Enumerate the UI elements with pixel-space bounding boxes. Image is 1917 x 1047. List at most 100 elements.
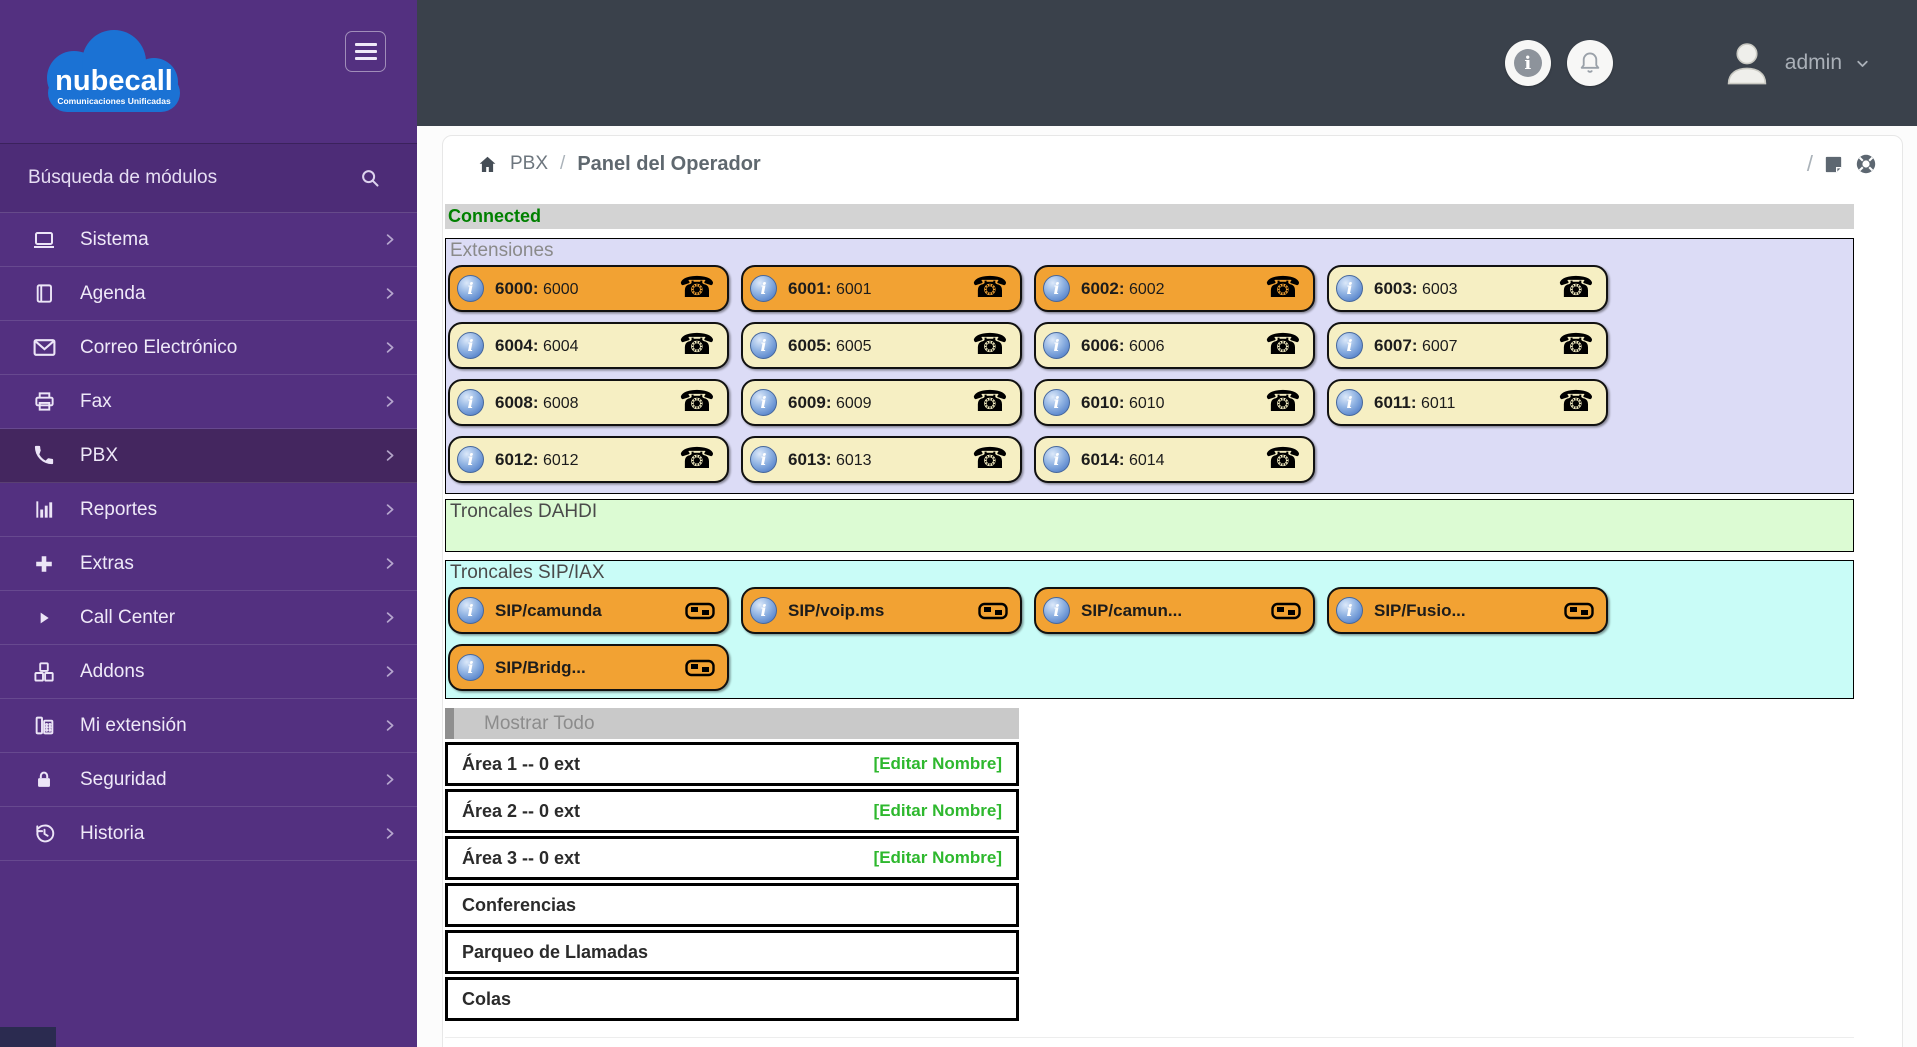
user-menu[interactable]: admin <box>1721 39 1871 87</box>
trunk-card[interactable]: i SIP/camunda <box>448 587 729 634</box>
module-search-input[interactable]: Búsqueda de módulos <box>0 143 417 213</box>
edit-name-link[interactable]: [Editar Nombre] <box>874 801 1002 821</box>
area-row-1[interactable]: Área 1 -- 0 ext [Editar Nombre] <box>445 742 1019 786</box>
extension-card[interactable]: i 6001: 6001 ☎ <box>741 265 1022 312</box>
extension-card[interactable]: i 6013: 6013 ☎ <box>741 436 1022 483</box>
phone-icon <box>30 444 58 467</box>
telephone-icon: ☎ <box>1557 272 1594 304</box>
trunk-card[interactable]: i SIP/Bridg... <box>448 644 729 691</box>
telephone-icon: ☎ <box>971 443 1008 475</box>
show-all-button[interactable]: Mostrar Todo <box>445 708 1019 739</box>
trunk-card[interactable]: i SIP/Fusio... <box>1327 587 1608 634</box>
info-ball-icon[interactable]: i <box>1336 389 1363 416</box>
header-actions: / <box>1807 151 1878 177</box>
info-ball-icon[interactable]: i <box>1336 597 1363 624</box>
extension-card[interactable]: i 6004: 6004 ☎ <box>448 322 729 369</box>
edit-name-link[interactable]: [Editar Nombre] <box>874 848 1002 868</box>
info-ball-icon[interactable]: i <box>1043 446 1070 473</box>
extension-card[interactable]: i 6008: 6008 ☎ <box>448 379 729 426</box>
sidebar-item-reportes[interactable]: Reportes <box>0 483 417 537</box>
sidebar-item-label: Sistema <box>80 228 149 250</box>
sidebar-item-historia[interactable]: Historia <box>0 807 417 861</box>
sidebar-item-label: Agenda <box>80 282 146 304</box>
info-icon[interactable]: i <box>1504 40 1551 86</box>
chevron-right-icon <box>382 610 397 625</box>
book-icon <box>30 282 58 305</box>
trunk-card[interactable]: i SIP/camun... <box>1034 587 1315 634</box>
edit-name-link[interactable]: [Editar Nombre] <box>874 754 1002 774</box>
footer-divider <box>445 1037 1854 1038</box>
extension-card[interactable]: i 6011: 6011 ☎ <box>1327 379 1608 426</box>
memo-icon[interactable] <box>1822 153 1845 176</box>
info-ball-icon[interactable]: i <box>457 332 484 359</box>
telephone-icon: ☎ <box>1264 329 1301 361</box>
queues-row[interactable]: Colas <box>445 977 1019 1021</box>
home-icon[interactable] <box>477 154 498 175</box>
sidebar-item-call-center[interactable]: Call Center <box>0 591 417 645</box>
info-ball-icon[interactable]: i <box>457 275 484 302</box>
sidebar: nubecall Comunicaciones Unificadas Búsqu… <box>0 0 417 1047</box>
info-ball-icon[interactable]: i <box>750 389 777 416</box>
chevron-right-icon <box>382 502 397 517</box>
info-ball-icon[interactable]: i <box>1043 275 1070 302</box>
telephone-icon: ☎ <box>1264 386 1301 418</box>
sidebar-item-agenda[interactable]: Agenda <box>0 267 417 321</box>
extension-card[interactable]: i 6005: 6005 ☎ <box>741 322 1022 369</box>
app-root: nubecall Comunicaciones Unificadas Búsqu… <box>0 0 1917 1047</box>
extension-card[interactable]: i 6010: 6010 ☎ <box>1034 379 1315 426</box>
page-title[interactable]: Panel del Operador <box>577 153 760 176</box>
info-ball-icon[interactable]: i <box>750 597 777 624</box>
chevron-right-icon <box>382 826 397 841</box>
bell-icon[interactable] <box>1566 40 1613 86</box>
nubecall-logo[interactable]: nubecall Comunicaciones Unificadas <box>26 26 206 121</box>
extension-card[interactable]: i 6007: 6007 ☎ <box>1327 322 1608 369</box>
sidebar-item-mi-extension[interactable]: Mi extensión <box>0 699 417 753</box>
info-ball-icon[interactable]: i <box>457 654 484 681</box>
area-row-3[interactable]: Área 3 -- 0 ext [Editar Nombre] <box>445 836 1019 880</box>
sidebar-item-sistema[interactable]: Sistema <box>0 213 417 267</box>
sidebar-item-label: Seguridad <box>80 768 167 790</box>
extension-card[interactable]: i 6003: 6003 ☎ <box>1327 265 1608 312</box>
area-row-2[interactable]: Área 2 -- 0 ext [Editar Nombre] <box>445 789 1019 833</box>
sidebar-item-addons[interactable]: Addons <box>0 645 417 699</box>
caret-right-icon <box>30 610 58 626</box>
info-ball-icon[interactable]: i <box>1043 597 1070 624</box>
extension-card[interactable]: i 6009: 6009 ☎ <box>741 379 1022 426</box>
menu-icon[interactable] <box>345 31 386 72</box>
trunk-card[interactable]: i SIP/voip.ms <box>741 587 1022 634</box>
extension-card[interactable]: i 6014: 6014 ☎ <box>1034 436 1315 483</box>
chevron-right-icon <box>382 232 397 247</box>
extension-card[interactable]: i 6012: 6012 ☎ <box>448 436 729 483</box>
sidebar-header: nubecall Comunicaciones Unificadas <box>0 0 417 143</box>
extension-card[interactable]: i 6000: 6000 ☎ <box>448 265 729 312</box>
telephone-icon: ☎ <box>1557 329 1594 361</box>
info-ball-icon[interactable]: i <box>1336 275 1363 302</box>
avatar <box>1721 39 1773 87</box>
info-ball-icon[interactable]: i <box>457 597 484 624</box>
lock-icon <box>30 769 58 791</box>
sidebar-item-fax[interactable]: Fax <box>0 375 417 429</box>
telephone-icon: ☎ <box>971 272 1008 304</box>
info-ball-icon[interactable]: i <box>1043 332 1070 359</box>
life-ring-icon[interactable] <box>1854 152 1878 176</box>
extension-card[interactable]: i 6002: 6002 ☎ <box>1034 265 1315 312</box>
sidebar-item-correo-electronico[interactable]: Correo Electrónico <box>0 321 417 375</box>
sidebar-item-seguridad[interactable]: Seguridad <box>0 753 417 807</box>
breadcrumb-section[interactable]: PBX <box>510 153 548 175</box>
chevron-right-icon <box>382 718 397 733</box>
info-ball-icon[interactable]: i <box>750 275 777 302</box>
info-ball-icon[interactable]: i <box>457 389 484 416</box>
main-area: PBX / Panel del Operador / Connected Ext… <box>417 126 1917 1047</box>
info-ball-icon[interactable]: i <box>750 446 777 473</box>
breadcrumb: PBX / Panel del Operador / <box>443 136 1902 192</box>
sidebar-item-extras[interactable]: Extras <box>0 537 417 591</box>
info-ball-icon[interactable]: i <box>750 332 777 359</box>
link-plug-icon <box>978 601 1008 621</box>
info-ball-icon[interactable]: i <box>1336 332 1363 359</box>
info-ball-icon[interactable]: i <box>1043 389 1070 416</box>
info-ball-icon[interactable]: i <box>457 446 484 473</box>
sidebar-item-pbx[interactable]: PBX <box>0 429 417 483</box>
extension-card[interactable]: i 6006: 6006 ☎ <box>1034 322 1315 369</box>
call-parking-row[interactable]: Parqueo de Llamadas <box>445 930 1019 974</box>
conferences-row[interactable]: Conferencias <box>445 883 1019 927</box>
